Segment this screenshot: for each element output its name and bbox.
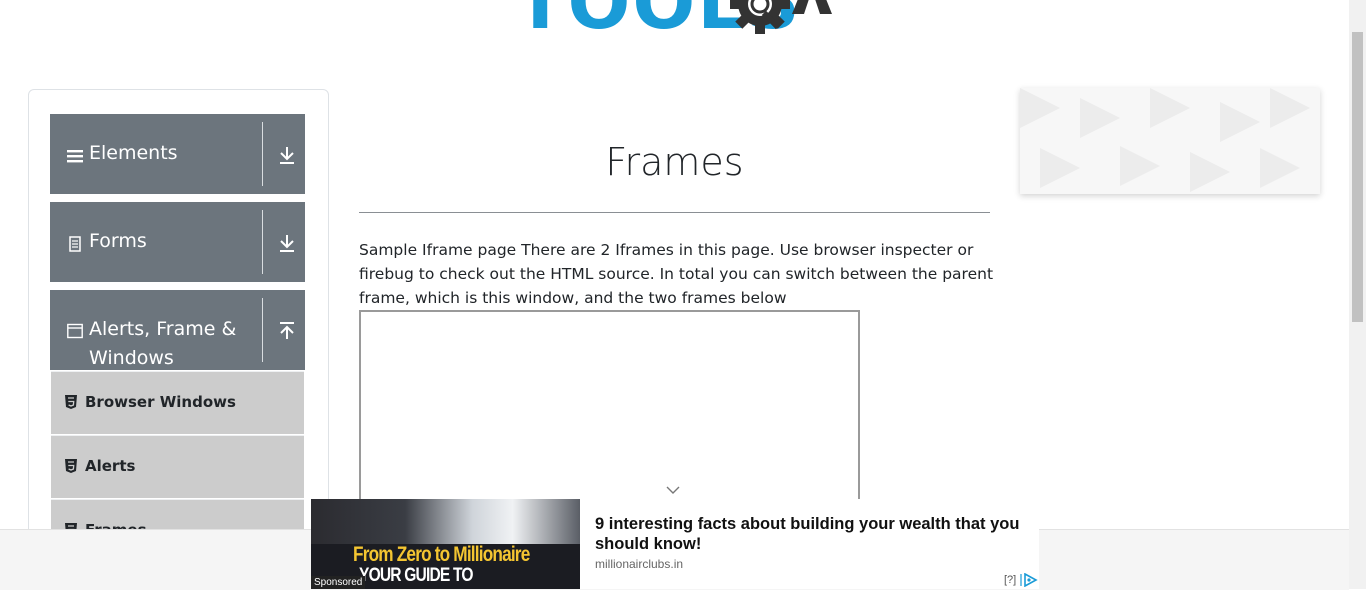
- download-arrow-icon: [280, 235, 294, 252]
- ad-image-headline: From Zero to Millionaire: [353, 543, 530, 566]
- adchoices-icon[interactable]: [1020, 573, 1038, 587]
- group-alerts-frame-windows[interactable]: Alerts, Frame & Windows: [50, 290, 305, 370]
- group-label: Elements: [89, 142, 178, 164]
- sponsored-label: Sponsored: [311, 576, 366, 589]
- hamburger-icon: [67, 150, 83, 163]
- scrollbar-thumb[interactable]: [1352, 32, 1363, 322]
- sidebar-item-label: Alerts: [85, 457, 136, 475]
- title-divider: [359, 212, 990, 213]
- group-forms[interactable]: Forms: [50, 202, 305, 282]
- download-arrow-icon: [280, 147, 294, 164]
- window-icon: [67, 323, 83, 339]
- page-title: Frames: [605, 140, 744, 184]
- ad-title[interactable]: 9 interesting facts about building your …: [595, 514, 1025, 554]
- ad-help-link[interactable]: [?]: [1004, 574, 1016, 586]
- html5-icon: [65, 459, 77, 473]
- ad-image[interactable]: From Zero to Millionaire YOUR GUIDE TO F…: [311, 499, 580, 589]
- page-description: Sample Iframe page There are 2 Iframes i…: [359, 241, 994, 307]
- group-label: Forms: [89, 230, 147, 252]
- html5-icon: [65, 395, 77, 409]
- page-scrollbar[interactable]: [1349, 0, 1366, 589]
- toolsqa-logo[interactable]: TOOLS: [515, 0, 840, 57]
- ad-pattern: [1020, 88, 1310, 192]
- group-label: Alerts, Frame & Windows: [89, 318, 237, 369]
- sidebar-item-alerts[interactable]: Alerts: [51, 435, 304, 498]
- sidebar-item-label: Browser Windows: [85, 393, 236, 411]
- upload-arrow-icon: [280, 322, 294, 339]
- ad-domain[interactable]: millionairclubs.in: [595, 557, 683, 571]
- logo-gear-icon: [730, 0, 832, 34]
- ad-image-subheadline: YOUR GUIDE TO FINANCIAL SUCCESS!: [359, 565, 514, 589]
- chevron-down-icon[interactable]: [666, 485, 680, 495]
- document-icon: [69, 236, 81, 252]
- divider: [262, 210, 263, 274]
- right-ad-banner[interactable]: [1020, 88, 1320, 194]
- ad-photo: [311, 499, 580, 544]
- divider: [262, 122, 263, 186]
- divider: [262, 298, 263, 362]
- sidebar-panel: Elements Forms Alerts, Frame & Windows B…: [28, 89, 329, 562]
- sidebar-item-browser-windows[interactable]: Browser Windows: [51, 371, 304, 434]
- group-elements[interactable]: Elements: [50, 114, 305, 194]
- bottom-ad[interactable]: From Zero to Millionaire YOUR GUIDE TO F…: [311, 499, 1039, 589]
